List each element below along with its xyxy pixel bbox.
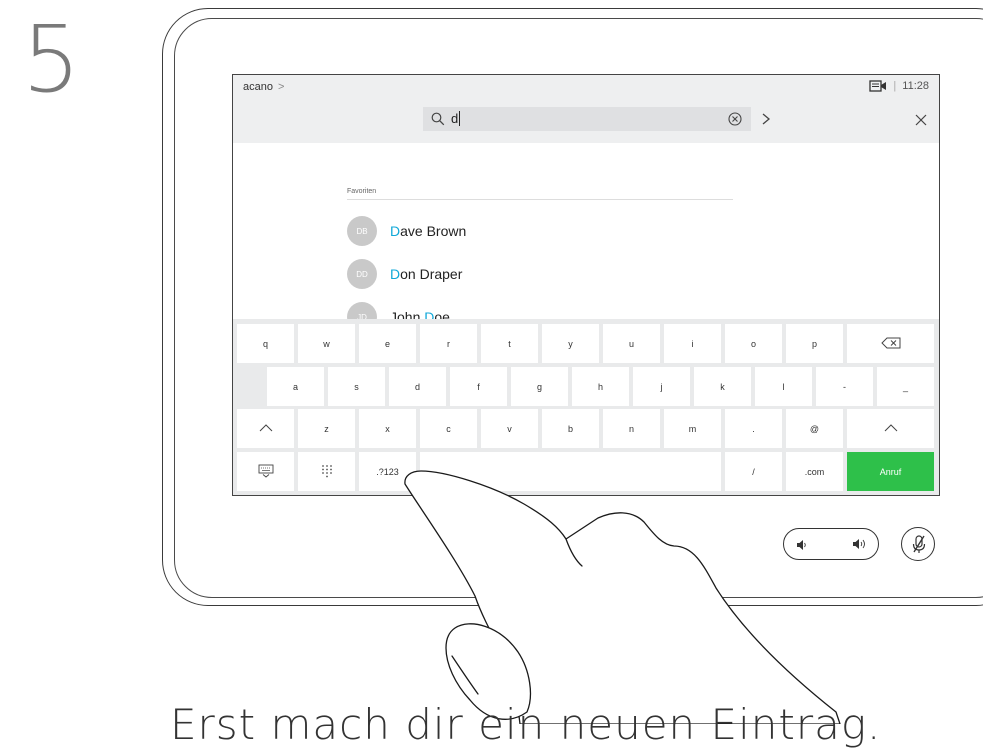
key-a[interactable]: a — [267, 367, 324, 406]
call-button[interactable]: Anruf — [847, 452, 934, 491]
microphone-muted-icon — [912, 535, 926, 553]
key-e[interactable]: e — [359, 324, 416, 363]
dialpad-icon — [321, 464, 333, 480]
name-rest: ave Brown — [400, 223, 467, 239]
key-o[interactable]: o — [725, 324, 782, 363]
key-s[interactable]: s — [328, 367, 385, 406]
close-icon[interactable] — [915, 113, 927, 126]
breadcrumb-chevron: > — [278, 81, 285, 93]
keyboard-hide-icon — [258, 464, 274, 480]
key-f[interactable]: f — [450, 367, 507, 406]
chevron-right-icon[interactable] — [760, 111, 772, 127]
status-area: | 11:28 — [869, 80, 929, 92]
dialpad-key[interactable] — [298, 452, 355, 491]
match-highlight: D — [390, 266, 401, 282]
key-u[interactable]: u — [603, 324, 660, 363]
key-h[interactable]: h — [572, 367, 629, 406]
key-t[interactable]: t — [481, 324, 538, 363]
key-slash[interactable]: / — [725, 452, 782, 491]
key-l[interactable]: l — [755, 367, 812, 406]
clear-icon[interactable] — [727, 111, 743, 127]
space-key[interactable] — [420, 452, 721, 491]
contact-item[interactable]: DB Dave Brown — [347, 216, 466, 246]
search-icon — [431, 112, 445, 126]
search-input[interactable]: d — [451, 111, 461, 126]
key-z[interactable]: z — [298, 409, 355, 448]
clock: 11:28 — [902, 80, 929, 92]
key-underscore[interactable]: _ — [877, 367, 934, 406]
backspace-key[interactable] — [847, 324, 934, 363]
camera-self-view-icon[interactable] — [869, 80, 887, 92]
text-caret — [459, 111, 461, 126]
key-dotcom[interactable]: .com — [786, 452, 843, 491]
avatar: DB — [347, 216, 377, 246]
shift-key-left[interactable] — [237, 409, 294, 448]
search-value: d — [451, 111, 459, 126]
search-field[interactable]: d — [423, 107, 751, 131]
key-r[interactable]: r — [420, 324, 477, 363]
hide-keyboard-key[interactable] — [237, 452, 294, 491]
key-x[interactable]: x — [359, 409, 416, 448]
shift-key-right[interactable] — [847, 409, 934, 448]
key-i[interactable]: i — [664, 324, 721, 363]
contact-name: Dave Brown — [390, 223, 466, 239]
volume-control[interactable] — [783, 528, 879, 560]
name-rest: on Draper — [400, 266, 463, 282]
key-b[interactable]: b — [542, 409, 599, 448]
key-at[interactable]: @ — [786, 409, 843, 448]
breadcrumb[interactable]: acano > — [243, 81, 284, 93]
key-m[interactable]: m — [664, 409, 721, 448]
key-v[interactable]: v — [481, 409, 538, 448]
key-period[interactable]: . — [725, 409, 782, 448]
shift-up-icon — [259, 423, 273, 434]
favorites-heading: Favoriten — [347, 188, 377, 195]
status-separator: | — [893, 80, 897, 92]
top-bar: acano > | 11:28 d — [233, 75, 939, 143]
favorites-divider — [347, 199, 733, 200]
key-j[interactable]: j — [633, 367, 690, 406]
contact-item[interactable]: DD Don Draper — [347, 259, 462, 289]
breadcrumb-label: acano — [243, 81, 273, 93]
key-g[interactable]: g — [511, 367, 568, 406]
numbers-key[interactable]: .?123 — [359, 452, 416, 491]
volume-low-icon[interactable] — [796, 538, 808, 550]
contact-name: Don Draper — [390, 266, 462, 282]
key-w[interactable]: w — [298, 324, 355, 363]
key-y[interactable]: y — [542, 324, 599, 363]
avatar: DD — [347, 259, 377, 289]
match-highlight: D — [390, 223, 401, 239]
key-n[interactable]: n — [603, 409, 660, 448]
instruction-caption: Erst mach dir ein neuen Eintrag. — [170, 700, 882, 749]
volume-high-icon[interactable] — [852, 537, 868, 551]
key-d[interactable]: d — [389, 367, 446, 406]
key-k[interactable]: k — [694, 367, 751, 406]
step-number: 5 — [22, 6, 81, 113]
backspace-icon — [880, 337, 901, 351]
key-p[interactable]: p — [786, 324, 843, 363]
touch-screen: acano > | 11:28 d Favoriten DB Dave Brow… — [232, 74, 940, 496]
shift-up-icon — [884, 423, 898, 434]
key-c[interactable]: c — [420, 409, 477, 448]
mute-button[interactable] — [901, 527, 935, 561]
key-q[interactable]: q — [237, 324, 294, 363]
key-hyphen[interactable]: - — [816, 367, 873, 406]
on-screen-keyboard: q w e r t y u i o p a s d f g h j k l - … — [233, 319, 939, 495]
